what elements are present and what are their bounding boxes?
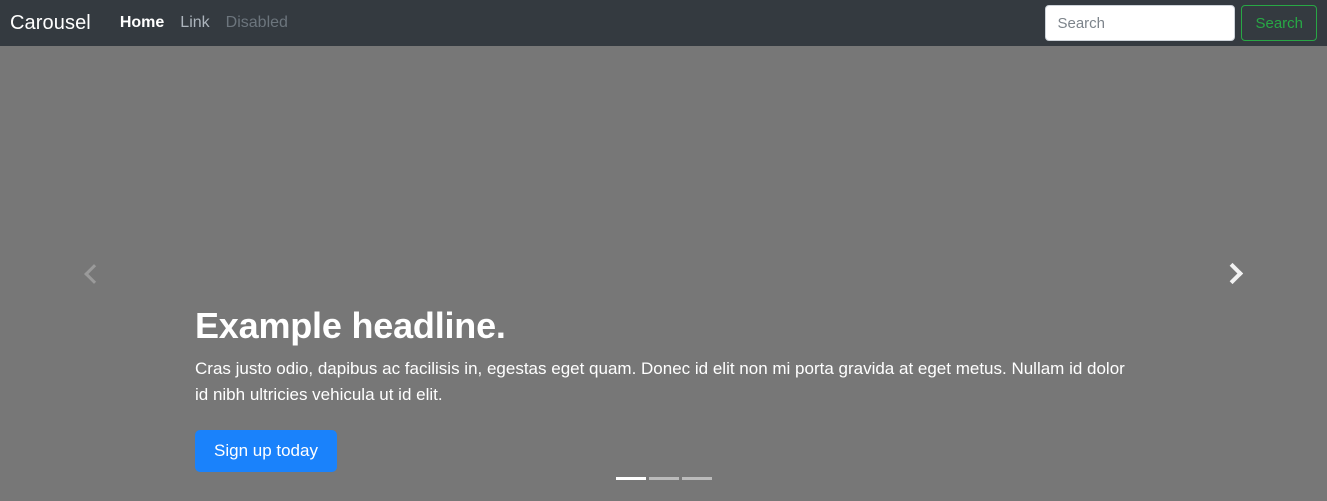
carousel-body-text: Cras justo odio, dapibus ac facilisis in… (195, 359, 1125, 404)
nav-link-link[interactable]: Link (172, 15, 217, 31)
nav-link-disabled: Disabled (225, 14, 288, 31)
carousel-prev-button[interactable] (45, 46, 145, 501)
carousel-headline: Example headline. (195, 305, 506, 346)
chevron-right-icon (1221, 262, 1244, 285)
search-input[interactable] (1045, 5, 1236, 41)
carousel-indicators (0, 477, 1327, 480)
carousel-next-button[interactable] (1182, 46, 1282, 501)
nav-link-home[interactable]: Home (112, 15, 172, 31)
chevron-left-icon (84, 263, 104, 284)
carousel-indicator-2[interactable] (648, 477, 679, 480)
search-button[interactable]: Search (1241, 5, 1317, 41)
carousel-indicator-1[interactable] (615, 477, 646, 480)
navbar-brand[interactable]: Carousel (10, 13, 91, 33)
navbar-search-form: Search (1045, 5, 1317, 41)
top-navbar: Carousel Home Link Disabled Search (0, 0, 1327, 46)
carousel-indicator-3[interactable] (681, 477, 712, 480)
sign-up-today-button[interactable]: Sign up today (195, 430, 337, 472)
carousel-caption: Example headline. Cras justo odio, dapib… (195, 304, 1130, 472)
carousel: Example headline. Cras justo odio, dapib… (0, 46, 1327, 501)
navbar-links: Home Link Disabled (112, 15, 296, 31)
